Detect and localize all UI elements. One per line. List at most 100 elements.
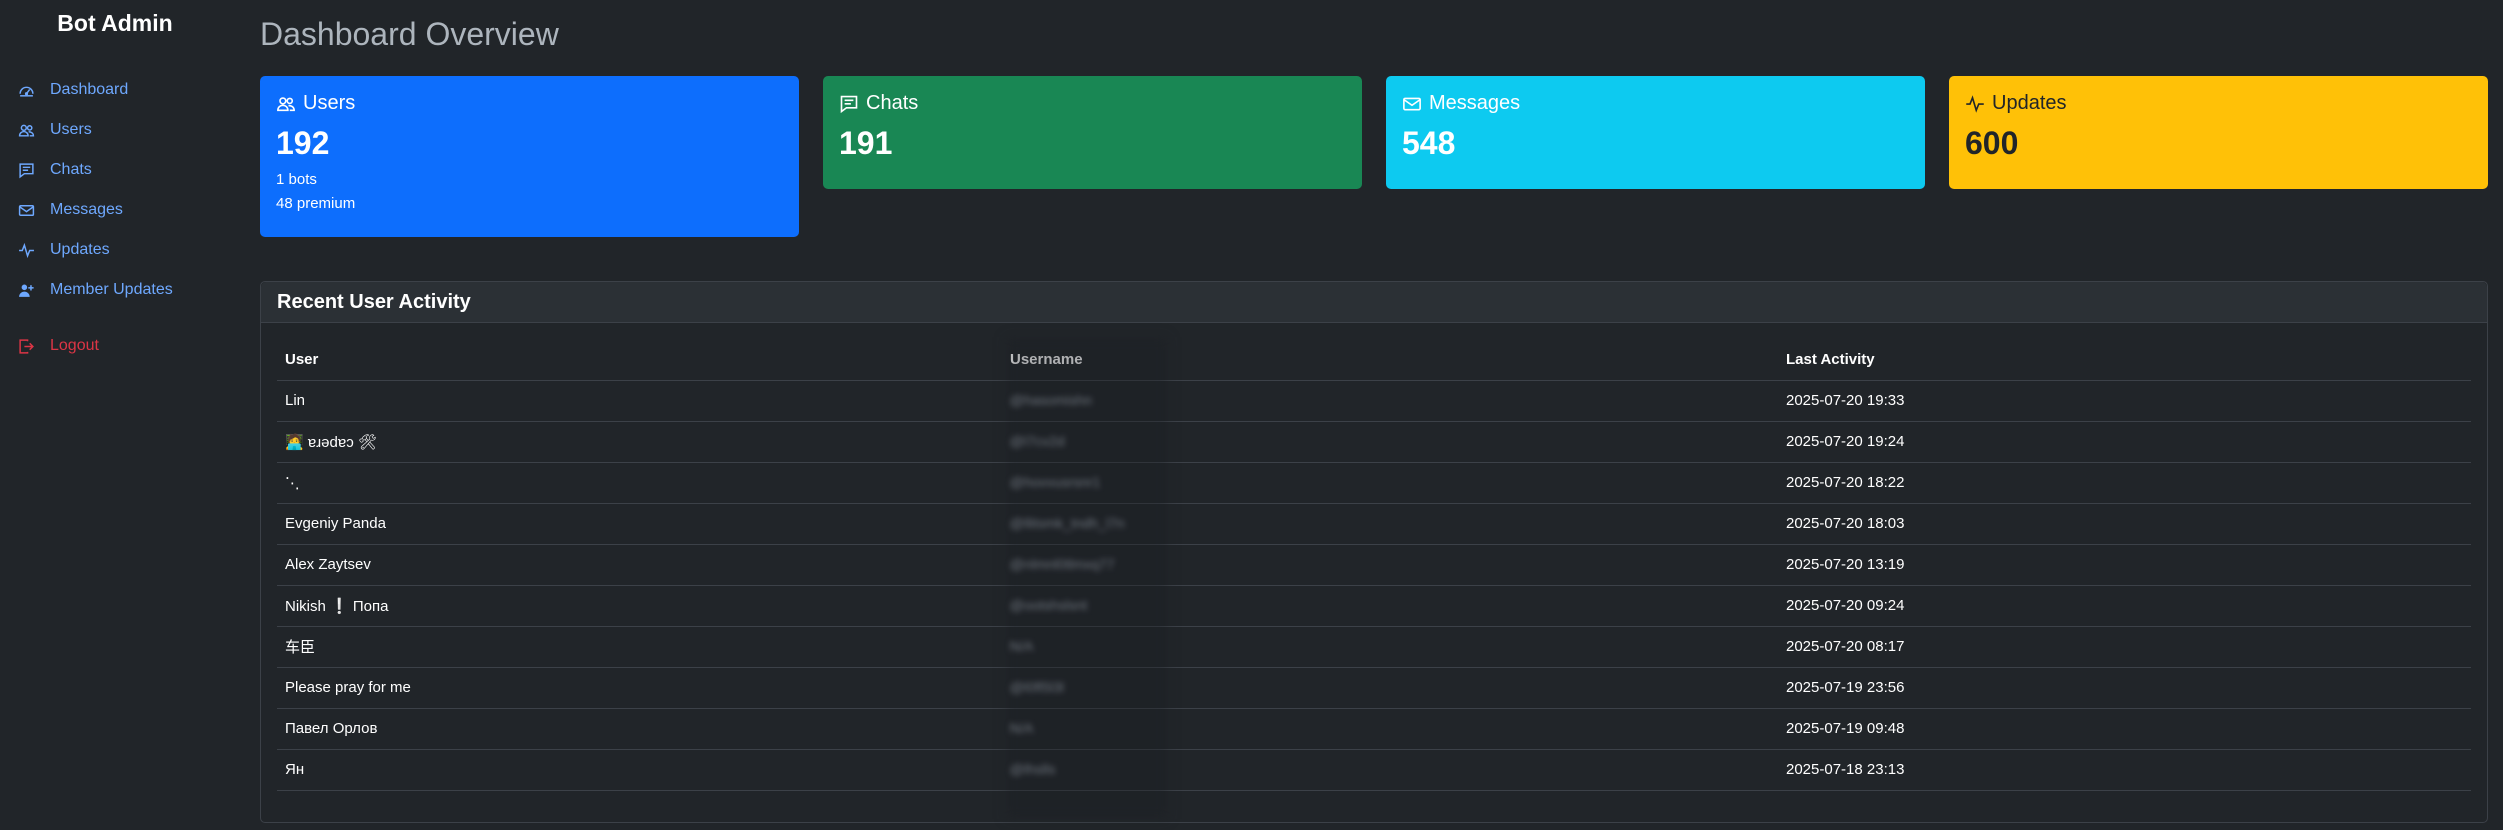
sidebar-nav: Dashboard Users Chats Messages Updates M… (18, 70, 173, 366)
username-cell: @ootshslsnt (1002, 585, 1778, 627)
main-content: Dashboard Overview Users 192 1 bots 48 p… (260, 0, 2488, 830)
user-cell: 🧑‍💻 ɐɹǝdɐɔ 🛠 (277, 421, 1002, 463)
premium-count: 48 premium (276, 195, 356, 212)
last-activity-cell: 2025-07-20 09:24 (1778, 585, 2471, 627)
user-cell: ⋱ (277, 462, 1002, 504)
column-header-user: User (277, 339, 1002, 381)
table-row[interactable]: Please pray for me @l0fl5l3l 2025-07-19 … (277, 667, 2471, 709)
username-cell: @lhslls (1002, 749, 1778, 791)
recent-activity-title: Recent User Activity (261, 282, 2487, 323)
table-row[interactable]: Alex Zaytsev @nlmnl0tlmxq77 2025-07-20 1… (277, 544, 2471, 586)
username-value: N/A (1010, 638, 1034, 654)
sidebar-item-label: Dashboard (50, 81, 129, 98)
stat-cards: Users 192 1 bots 48 premium Chats 191 Me… (260, 76, 2488, 238)
logout-button[interactable]: Logout (18, 326, 173, 366)
username-cell: @hasomishn (1002, 380, 1778, 422)
table-row[interactable]: ⋱ @hovvusrsnr1 2025-07-20 18:22 (277, 462, 2471, 504)
last-activity-cell: 2025-07-20 08:17 (1778, 626, 2471, 668)
chats-card-header: Chats (839, 92, 1346, 115)
activity-icon (18, 242, 38, 258)
users-card-label: Users (303, 92, 356, 114)
updates-card-label: Updates (1992, 92, 2067, 114)
sidebar-item-chats[interactable]: Chats (18, 150, 173, 190)
user-cell: Evgeniy Panda (277, 503, 1002, 545)
username-value: @nlmnl0tlmxq77 (1010, 556, 1115, 572)
chats-card-label: Chats (866, 92, 919, 114)
chats-icon (18, 162, 38, 178)
activity-table: User Username Last Activity Lin @hasomis… (277, 339, 2471, 791)
table-row[interactable]: 车臣 N/A 2025-07-20 08:17 (277, 626, 2471, 668)
bots-count: 1 bots (276, 171, 317, 188)
envelope-icon (1403, 97, 1421, 110)
users-count: 192 (276, 125, 330, 161)
column-header-last-activity: Last Activity (1778, 339, 2471, 381)
table-row[interactable]: Lin @hasomishn 2025-07-20 19:33 (277, 380, 2471, 422)
users-card: Users 192 1 bots 48 premium (260, 76, 799, 237)
updates-count: 600 (1965, 125, 2019, 161)
username-value: @hasomishn (1010, 392, 1092, 408)
sidebar-item-label: Chats (50, 161, 92, 178)
sidebar-item-dashboard[interactable]: Dashboard (18, 70, 173, 110)
username-cell: @l7cv2d (1002, 421, 1778, 463)
username-value: N/A (1010, 720, 1034, 736)
username-value: @l0fl5l3l (1010, 679, 1064, 695)
chats-icon (840, 95, 858, 113)
sidebar-item-updates[interactable]: Updates (18, 230, 173, 270)
column-header-username: Username (1002, 339, 1778, 381)
sidebar-item-label: Updates (50, 241, 110, 258)
sidebar-item-label: Users (50, 121, 92, 138)
table-row[interactable]: Evgeniy Panda @llitsmk_tndh_l7n 2025-07-… (277, 503, 2471, 545)
users-icon (18, 122, 38, 138)
user-cell: 车臣 (277, 626, 1002, 668)
last-activity-cell: 2025-07-20 13:19 (1778, 544, 2471, 586)
username-cell: @l0fl5l3l (1002, 667, 1778, 709)
chats-card: Chats 191 (823, 76, 1362, 189)
dashboard-icon (18, 82, 38, 98)
username-value: @l7cv2d (1010, 433, 1065, 449)
messages-count: 548 (1402, 125, 1456, 161)
username-cell: N/A (1002, 626, 1778, 668)
user-cell: Lin (277, 380, 1002, 422)
last-activity-cell: 2025-07-19 23:56 (1778, 667, 2471, 709)
users-icon (277, 96, 295, 111)
username-cell: @hovvusrsnr1 (1002, 462, 1778, 504)
user-plus-icon (18, 282, 38, 298)
table-row[interactable]: Павел Орлов N/A 2025-07-19 09:48 (277, 708, 2471, 750)
username-value: @hovvusrsnr1 (1010, 474, 1101, 490)
username-value: @llitsmk_tndh_l7n (1010, 515, 1125, 531)
logout-icon (18, 338, 38, 354)
chats-count: 191 (839, 125, 893, 161)
users-card-sub: 1 bots 48 premium (276, 168, 783, 216)
last-activity-cell: 2025-07-20 19:24 (1778, 421, 2471, 463)
user-cell: Alex Zaytsev (277, 544, 1002, 586)
last-activity-cell: 2025-07-20 18:22 (1778, 462, 2471, 504)
table-row[interactable]: Nikish ❕ Попа @ootshslsnt 2025-07-20 09:… (277, 585, 2471, 627)
last-activity-cell: 2025-07-20 18:03 (1778, 503, 2471, 545)
nav-spacer (18, 310, 173, 326)
messages-card-header: Messages (1402, 92, 1909, 115)
user-cell: Ян (277, 749, 1002, 791)
recent-activity-panel: Recent User Activity User Username Last … (260, 281, 2488, 823)
username-cell: @nlmnl0tlmxq77 (1002, 544, 1778, 586)
sidebar-item-member-updates[interactable]: Member Updates (18, 270, 173, 310)
brand-title: Bot Admin (57, 10, 173, 36)
users-card-header: Users (276, 92, 783, 115)
envelope-icon (18, 202, 38, 218)
sidebar-item-label: Messages (50, 201, 123, 218)
username-value: @ootshslsnt (1010, 597, 1088, 613)
logout-label: Logout (50, 337, 99, 354)
table-header-row: User Username Last Activity (277, 339, 2471, 381)
username-cell: N/A (1002, 708, 1778, 750)
table-row[interactable]: Ян @lhslls 2025-07-18 23:13 (277, 749, 2471, 791)
username-value: @lhslls (1010, 761, 1056, 777)
updates-card: Updates 600 (1949, 76, 2488, 189)
table-row[interactable]: 🧑‍💻 ɐɹǝdɐɔ 🛠 @l7cv2d 2025-07-20 19:24 (277, 421, 2471, 463)
messages-card: Messages 548 (1386, 76, 1925, 189)
last-activity-cell: 2025-07-19 09:48 (1778, 708, 2471, 750)
sidebar-item-users[interactable]: Users (18, 110, 173, 150)
sidebar-item-messages[interactable]: Messages (18, 190, 173, 230)
user-cell: Please pray for me (277, 667, 1002, 709)
activity-icon (1966, 94, 1984, 113)
sidebar-item-label: Member Updates (50, 281, 173, 298)
last-activity-cell: 2025-07-20 19:33 (1778, 380, 2471, 422)
